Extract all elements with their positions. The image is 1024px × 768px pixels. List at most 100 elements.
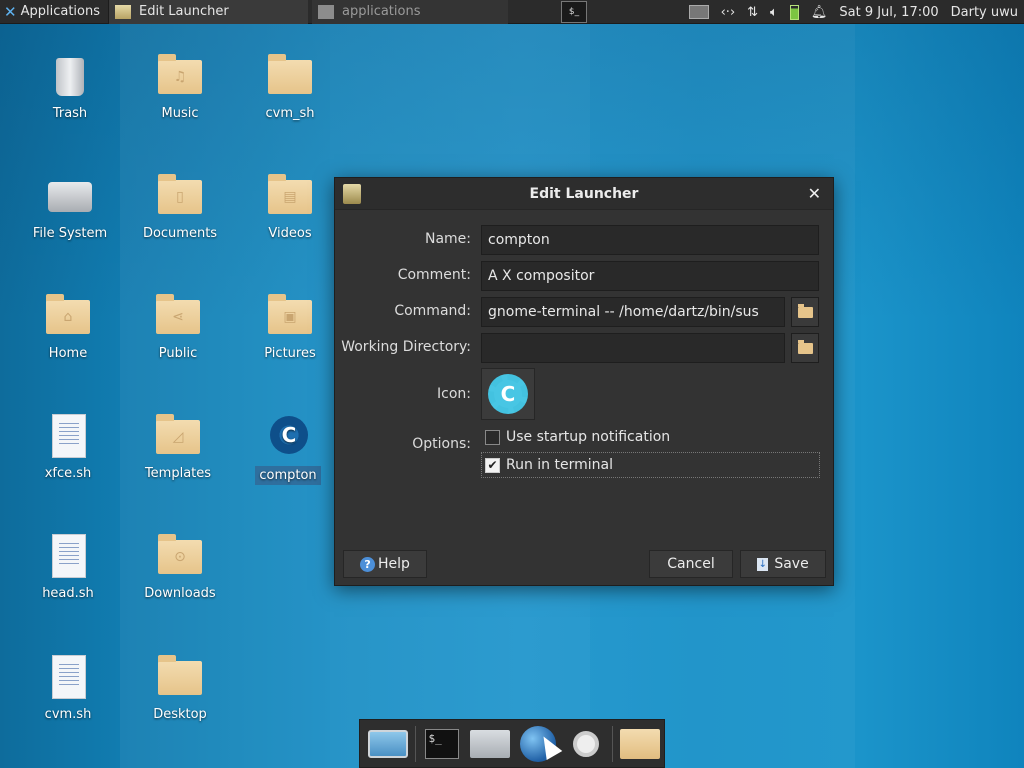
- desktop-icon-desktop[interactable]: Desktop: [130, 653, 230, 722]
- startup-notification-checkbox[interactable]: [485, 429, 500, 445]
- task-label: applications: [342, 4, 421, 19]
- notification-bell-icon[interactable]: 🔔︎: [811, 5, 828, 20]
- help-icon: ?: [360, 556, 376, 572]
- save-button[interactable]: ↓ Save: [740, 550, 826, 578]
- compton-gear-icon: C: [488, 374, 528, 414]
- working-directory-browse-button[interactable]: [791, 333, 819, 363]
- task-label: Edit Launcher: [139, 4, 229, 19]
- xfce-logo-icon: ✕: [4, 2, 17, 21]
- desktop-icon-trash[interactable]: Trash: [20, 52, 120, 121]
- command-field[interactable]: [481, 297, 785, 327]
- search-icon[interactable]: [565, 722, 607, 766]
- documents-folder-icon: ▯: [156, 172, 204, 220]
- desktop-icon-documents[interactable]: ▯ Documents: [130, 172, 230, 241]
- close-icon[interactable]: ✕: [808, 184, 821, 203]
- workspace-switcher[interactable]: [688, 5, 709, 19]
- folder-icon: [156, 653, 204, 701]
- dock-separator: [414, 725, 416, 762]
- music-folder-icon: ♫: [156, 52, 204, 100]
- comment-label: Comment:: [397, 267, 471, 283]
- cancel-button-label: Cancel: [667, 556, 715, 572]
- desktop-icon-file-system[interactable]: File System: [20, 172, 120, 241]
- applications-menu-button[interactable]: ✕ Applications: [0, 0, 108, 24]
- desktop-icon-xfce-sh[interactable]: xfce.sh: [18, 412, 118, 481]
- volume-icon[interactable]: 🔈︎: [770, 5, 778, 20]
- top-panel: ✕ Applications Edit Launcher application…: [0, 0, 1024, 24]
- icon-row: Icon:: [335, 378, 835, 410]
- name-label: Name:: [424, 231, 471, 247]
- trash-icon: [46, 52, 94, 100]
- folder-icon: [318, 4, 334, 19]
- save-icon: ↓: [757, 557, 769, 571]
- cancel-button[interactable]: Cancel: [649, 550, 733, 578]
- startup-notification-option[interactable]: Use startup notification: [485, 429, 670, 445]
- folder-icon: [266, 52, 314, 100]
- desktop-icon-downloads[interactable]: ⊙ Downloads: [130, 532, 230, 601]
- home-icon[interactable]: [469, 722, 511, 766]
- folder-icon: [797, 303, 813, 318]
- desktop-icon-public[interactable]: ⋖ Public: [128, 292, 228, 361]
- icon-picker-button[interactable]: C: [481, 368, 535, 420]
- startup-notification-label: Use startup notification: [506, 429, 671, 445]
- run-in-terminal-option[interactable]: ✔ Run in terminal: [485, 457, 613, 473]
- drive-icon: [46, 172, 94, 220]
- save-button-label: Save: [774, 556, 809, 572]
- script-file-icon: [44, 412, 92, 460]
- desktop-icon-home[interactable]: ⌂ Home: [18, 292, 118, 361]
- system-tray: ‹·› ⇅ 🔈︎ 🔔︎ Sat 9 Jul, 17:00 Darty uwu: [683, 0, 1024, 24]
- desktop-icon-cvm-sh[interactable]: cvm_sh: [240, 52, 340, 121]
- desktop-icon-compton[interactable]: C compton: [238, 412, 338, 485]
- applications-label: Applications: [20, 4, 100, 19]
- icon-label: Icon:: [437, 386, 471, 402]
- script-file-icon: [44, 653, 92, 701]
- pictures-folder-icon: ▣: [266, 292, 314, 340]
- working-directory-field[interactable]: [481, 333, 785, 363]
- command-browse-button[interactable]: [791, 297, 819, 327]
- desktop-icon-pictures[interactable]: ▣ Pictures: [240, 292, 340, 361]
- working-directory-label: Working Directory:: [341, 339, 471, 355]
- clock[interactable]: Sat 9 Jul, 17:00: [839, 5, 938, 20]
- desktop-icon-head-sh[interactable]: head.sh: [18, 532, 118, 601]
- edit-launcher-dialog: Edit Launcher ✕ Name: Comment: Command: …: [334, 177, 834, 586]
- terminal-icon[interactable]: $_: [422, 722, 464, 766]
- network-icon[interactable]: ‹·›: [721, 5, 736, 20]
- desktop-icon-templates[interactable]: ◿ Templates: [128, 412, 228, 481]
- name-row: Name:: [335, 223, 835, 255]
- compton-gear-icon: C: [264, 412, 312, 460]
- dialog-title: Edit Launcher: [529, 185, 639, 202]
- templates-folder-icon: ◿: [154, 412, 202, 460]
- battery-icon[interactable]: [789, 4, 799, 20]
- working-directory-row: Working Directory:: [335, 331, 835, 363]
- terminal-launcher-icon[interactable]: $_: [561, 1, 587, 23]
- script-file-icon: [44, 532, 92, 580]
- command-row: Command:: [335, 295, 835, 327]
- videos-folder-icon: ▤: [266, 172, 314, 220]
- run-in-terminal-checkbox[interactable]: ✔: [485, 457, 500, 473]
- launcher-app-icon: [343, 184, 361, 204]
- taskbar-item-edit-launcher[interactable]: Edit Launcher: [108, 0, 308, 24]
- comment-row: Comment:: [335, 259, 835, 291]
- user-menu[interactable]: Darty uwu: [951, 5, 1018, 20]
- command-label: Command:: [394, 303, 471, 319]
- options-label: Options:: [412, 436, 471, 452]
- desktop-icon-videos[interactable]: ▤ Videos: [240, 172, 340, 241]
- desktop-icon-music[interactable]: ♫ Music: [130, 52, 230, 121]
- file-manager-icon[interactable]: [619, 722, 661, 766]
- transfer-arrows-icon[interactable]: ⇅: [747, 5, 758, 20]
- folder-icon: [797, 339, 813, 354]
- downloads-folder-icon: ⊙: [156, 532, 204, 580]
- dock-separator: [612, 725, 614, 762]
- taskbar-item-applications[interactable]: applications: [312, 0, 508, 24]
- run-in-terminal-label: Run in terminal: [506, 457, 613, 473]
- bottom-dock: $_: [359, 719, 665, 768]
- desktop-icon-cvm-sh-file[interactable]: cvm.sh: [18, 653, 118, 722]
- help-button-label: Help: [378, 556, 410, 572]
- comment-field[interactable]: [481, 261, 819, 291]
- name-field[interactable]: [481, 225, 819, 255]
- home-folder-icon: ⌂: [44, 292, 92, 340]
- help-button[interactable]: ? Help: [343, 550, 427, 578]
- dialog-titlebar[interactable]: Edit Launcher ✕: [335, 178, 833, 210]
- launcher-app-icon: [115, 4, 131, 19]
- show-desktop-icon[interactable]: [367, 722, 409, 766]
- public-folder-icon: ⋖: [154, 292, 202, 340]
